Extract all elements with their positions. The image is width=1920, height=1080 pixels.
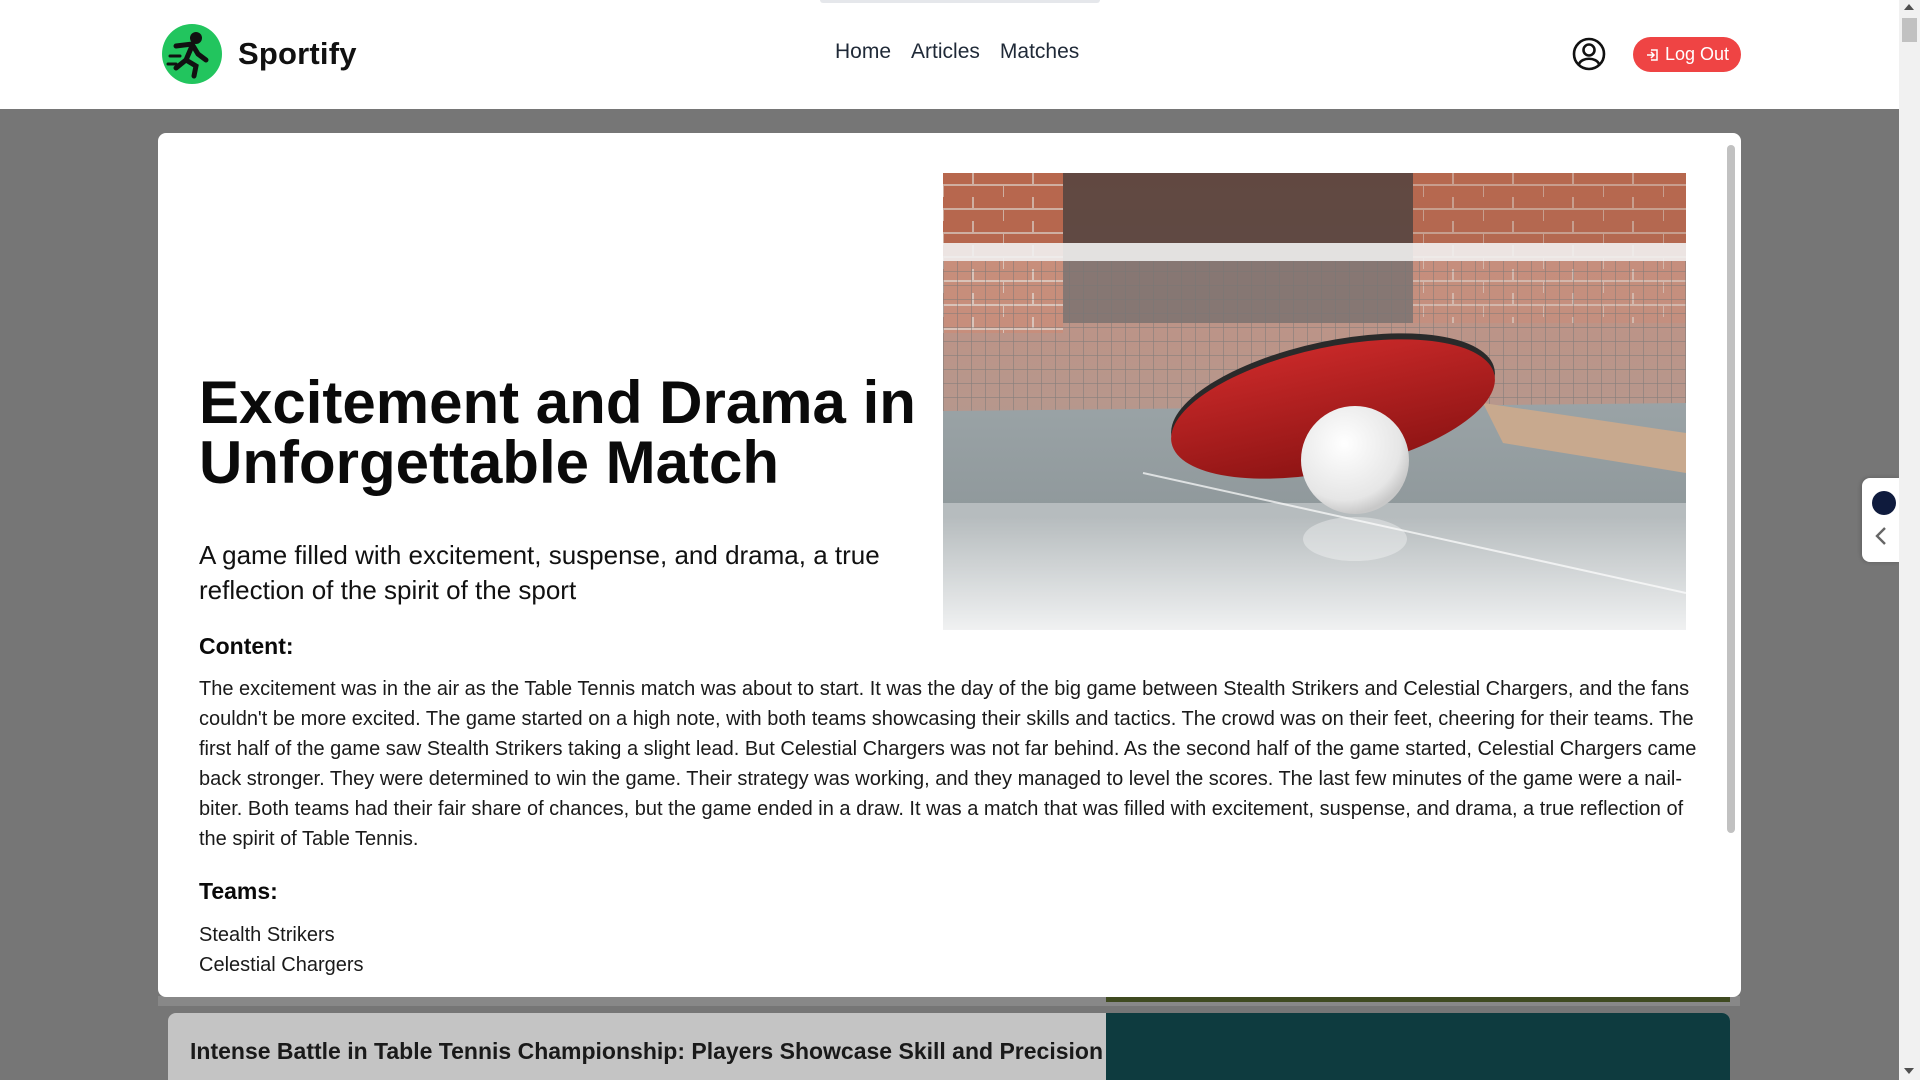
background-card-image xyxy=(1106,1013,1730,1080)
brand-logo-icon xyxy=(162,24,222,84)
page-scrollbar[interactable] xyxy=(1899,0,1920,1080)
brand[interactable]: Sportify xyxy=(162,24,357,84)
nav-home[interactable]: Home xyxy=(835,40,891,64)
article-title: Excitement and Drama in Unforgettable Ma… xyxy=(199,369,916,496)
chevron-left-icon[interactable] xyxy=(1874,526,1888,546)
page-scrollbar-thumb[interactable] xyxy=(1902,18,1917,42)
content-heading: Content: xyxy=(199,633,294,659)
logout-label: Log Out xyxy=(1664,44,1730,64)
assistant-icon[interactable] xyxy=(1872,491,1896,515)
scroll-up-arrow-icon[interactable] xyxy=(1904,4,1914,10)
scroll-down-arrow-icon[interactable] xyxy=(1904,1068,1914,1074)
teams-heading: Teams: xyxy=(199,878,278,904)
top-indicator xyxy=(820,0,1100,3)
top-navbar: Sportify Home Articles Matches Log Out xyxy=(0,0,1899,109)
article-subtitle: A game filled with excitement, suspense,… xyxy=(199,540,880,605)
article-content: The excitement was in the air as the Tab… xyxy=(199,678,1697,850)
main-nav: Home Articles Matches xyxy=(835,40,1079,64)
modal-scrollbar[interactable] xyxy=(1727,145,1735,833)
background-article-card[interactable]: Intense Battle in Table Tennis Champions… xyxy=(168,1013,1730,1080)
article-modal: Excitement and Drama in Unforgettable Ma… xyxy=(158,133,1741,997)
user-circle-icon[interactable] xyxy=(1572,37,1606,71)
nav-articles[interactable]: Articles xyxy=(911,40,980,64)
logout-button[interactable]: Log Out xyxy=(1633,37,1741,72)
logout-icon xyxy=(1646,48,1658,61)
side-widget[interactable] xyxy=(1862,478,1900,562)
table-tennis-paddle-image xyxy=(943,173,1686,630)
team-item: Stealth Strikers xyxy=(199,924,335,946)
nav-matches[interactable]: Matches xyxy=(1000,40,1079,64)
brand-name: Sportify xyxy=(238,36,357,71)
background-card-title: Intense Battle in Table Tennis Champions… xyxy=(190,1038,1104,1064)
team-item: Celestial Chargers xyxy=(199,954,364,976)
